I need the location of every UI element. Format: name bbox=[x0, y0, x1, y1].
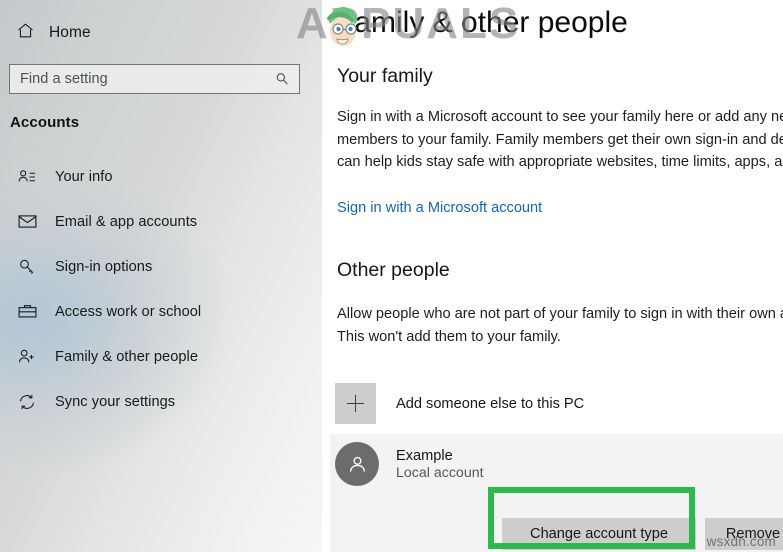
key-icon bbox=[16, 257, 38, 277]
other-people-heading: Other people bbox=[337, 259, 450, 281]
mail-icon bbox=[16, 211, 38, 232]
search-input[interactable]: Find a setting bbox=[9, 64, 300, 94]
person-avatar-icon bbox=[335, 442, 379, 486]
search-icon bbox=[274, 71, 299, 87]
sidebar-item-sign-in-options[interactable]: Sign-in options bbox=[0, 244, 322, 289]
sidebar-section-heading: Accounts bbox=[10, 114, 80, 131]
account-panel: Example Local account Change account typ… bbox=[330, 434, 783, 552]
home-icon bbox=[16, 21, 35, 45]
other-people-description: Allow people who are not part of your fa… bbox=[337, 306, 783, 345]
sidebar-item-email-app-accounts[interactable]: Email & app accounts bbox=[0, 199, 322, 244]
search-placeholder: Find a setting bbox=[20, 71, 108, 87]
add-someone-else-button[interactable]: Add someone else to this PC bbox=[335, 383, 584, 424]
sidebar-item-email-app-accounts-label: Email & app accounts bbox=[55, 213, 198, 230]
sidebar-nav: Your info Email & app accounts Sign-in o… bbox=[0, 154, 322, 424]
sidebar: Home Find a setting Accounts Your info E… bbox=[0, 0, 322, 552]
sync-icon bbox=[16, 392, 38, 412]
briefcase-icon bbox=[16, 301, 38, 322]
main-content: Family & other people Your family Sign i… bbox=[322, 0, 783, 552]
your-family-heading: Your family bbox=[337, 65, 433, 87]
sidebar-item-access-work-or-school-label: Access work or school bbox=[55, 303, 202, 320]
user-info-icon bbox=[16, 167, 38, 187]
sidebar-item-your-info[interactable]: Your info bbox=[0, 154, 322, 199]
account-type: Local account bbox=[396, 464, 484, 481]
sidebar-item-family-other-people-label: Family & other people bbox=[55, 348, 199, 365]
plus-icon bbox=[335, 383, 376, 424]
sidebar-item-sync-your-settings[interactable]: Sync your settings bbox=[0, 379, 322, 424]
sidebar-item-home[interactable]: Home bbox=[8, 18, 198, 48]
sidebar-item-sync-your-settings-label: Sync your settings bbox=[55, 393, 176, 410]
account-actions: Change account type Remove bbox=[330, 496, 783, 552]
list-item[interactable]: Example Local account bbox=[335, 440, 484, 488]
sidebar-item-your-info-label: Your info bbox=[55, 168, 113, 185]
account-name: Example bbox=[396, 447, 453, 464]
remove-account-button[interactable]: Remove bbox=[705, 518, 783, 550]
sidebar-item-sign-in-options-label: Sign-in options bbox=[55, 258, 153, 275]
page-title: Family & other people bbox=[336, 6, 628, 39]
user-add-icon bbox=[16, 347, 38, 367]
sidebar-item-access-work-or-school[interactable]: Access work or school bbox=[0, 289, 322, 334]
sidebar-item-home-label: Home bbox=[49, 24, 91, 41]
add-someone-else-label: Add someone else to this PC bbox=[396, 395, 585, 412]
your-family-description: Sign in with a Microsoft account to see … bbox=[337, 109, 783, 170]
change-account-type-button[interactable]: Change account type bbox=[502, 518, 696, 550]
sign-in-microsoft-link[interactable]: Sign in with a Microsoft account bbox=[337, 200, 542, 216]
sidebar-item-family-other-people[interactable]: Family & other people bbox=[0, 334, 322, 379]
